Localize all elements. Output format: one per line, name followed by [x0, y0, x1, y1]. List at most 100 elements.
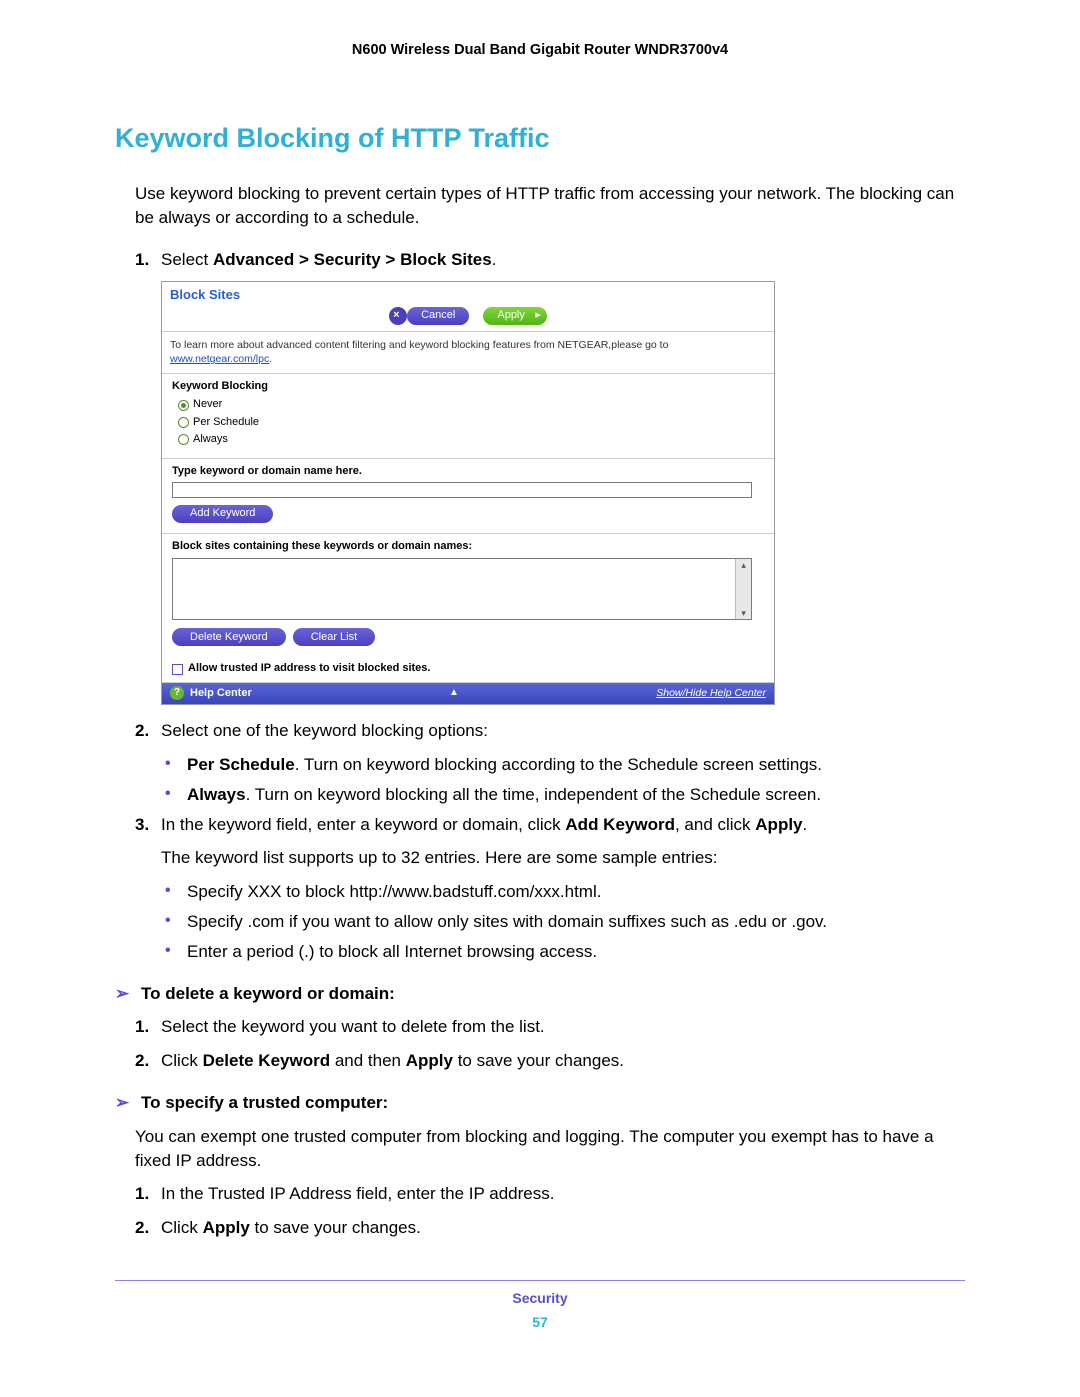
page-title: Keyword Blocking of HTTP Traffic	[115, 120, 965, 158]
delete-heading: ➢ To delete a keyword or domain:	[115, 982, 965, 1006]
help-bar: ? Help Center ▲ Show/Hide Help Center	[162, 683, 774, 704]
scroll-down-icon: ▾	[741, 607, 746, 620]
step-1-suffix: .	[492, 250, 497, 269]
cancel-button[interactable]: × Cancel	[407, 307, 469, 325]
radio-never[interactable]: Never	[178, 397, 764, 412]
del-s2-b2: Apply	[406, 1051, 453, 1070]
cancel-label: Cancel	[421, 308, 455, 323]
step-2-bullet-2: • Always. Turn on keyword blocking all t…	[165, 783, 965, 807]
s3-add-kw: Add Keyword	[565, 815, 675, 834]
trust-step-2: 2. Click Apply to save your changes.	[135, 1216, 965, 1240]
scroll-up-icon: ▴	[741, 559, 746, 572]
panel-title: Block Sites	[170, 286, 240, 304]
bullet-icon: •	[165, 753, 187, 777]
del-s2-mid: and then	[330, 1051, 406, 1070]
intro-paragraph: Use keyword blocking to prevent certain …	[135, 182, 965, 230]
step-2-bullet-1: • Per Schedule. Turn on keyword blocking…	[165, 753, 965, 777]
allow-trusted-row[interactable]: Allow trusted IP address to visit blocke…	[162, 656, 774, 682]
allow-trusted-label: Allow trusted IP address to visit blocke…	[188, 661, 430, 676]
step-3: 3. In the keyword field, enter a keyword…	[135, 813, 965, 837]
trust-intro: You can exempt one trusted computer from…	[135, 1125, 965, 1173]
trust-step-1: 1. In the Trusted IP Address field, ente…	[135, 1182, 965, 1206]
footer-category: Security	[115, 1289, 965, 1309]
s3-apply: Apply	[755, 815, 802, 834]
apply-button[interactable]: Apply	[483, 307, 547, 325]
radio-icon	[178, 400, 189, 411]
block-list[interactable]: ▴▾	[172, 558, 752, 620]
chevron-up-icon[interactable]: ▲	[449, 686, 459, 700]
del-s1-num: 1.	[135, 1015, 161, 1039]
step-3-num: 3.	[135, 813, 161, 837]
arrow-icon: ➢	[115, 1091, 141, 1115]
footer-page-number: 57	[115, 1313, 965, 1333]
help-center-label: Help Center	[190, 686, 252, 701]
block-list-label: Block sites containing these keywords or…	[172, 539, 764, 554]
trust-heading: ➢ To specify a trusted computer:	[115, 1091, 965, 1115]
trust-s2-b1: Apply	[203, 1218, 250, 1237]
radio-never-label: Never	[193, 397, 222, 412]
s3-b3-text: Enter a period (.) to block all Internet…	[187, 940, 965, 964]
delete-keyword-button[interactable]: Delete Keyword	[172, 628, 286, 646]
step-1-path: Advanced > Security > Block Sites	[213, 250, 492, 269]
trust-s1-text: In the Trusted IP Address field, enter t…	[161, 1182, 965, 1206]
trust-s2-post: to save your changes.	[250, 1218, 421, 1237]
bullet-icon: •	[165, 940, 187, 964]
info-bar: To learn more about advanced content fil…	[162, 332, 774, 374]
s3-b2-text: Specify .com if you want to allow only s…	[187, 910, 965, 934]
help-icon: ?	[170, 686, 184, 700]
radio-per-schedule[interactable]: Per Schedule	[178, 415, 764, 430]
step-2: 2. Select one of the keyword blocking op…	[135, 719, 965, 743]
del-s2-num: 2.	[135, 1049, 161, 1073]
add-keyword-button[interactable]: Add Keyword	[172, 505, 273, 523]
clear-list-button[interactable]: Clear List	[293, 628, 375, 646]
step-2-body: Select one of the keyword blocking optio…	[161, 719, 965, 743]
keyword-blocking-label: Keyword Blocking	[172, 379, 764, 394]
b-always-text: . Turn on keyword blocking all the time,…	[246, 785, 822, 804]
scrollbar[interactable]: ▴▾	[735, 559, 751, 619]
del-step-2: 2. Click Delete Keyword and then Apply t…	[135, 1049, 965, 1073]
info-text-pre: To learn more about advanced content fil…	[170, 339, 668, 351]
bullet-icon: •	[165, 783, 187, 807]
type-keyword-group: Type keyword or domain name here. Add Ke…	[162, 459, 774, 534]
s3-pre: In the keyword field, enter a keyword or…	[161, 815, 565, 834]
step-1-num: 1.	[135, 248, 161, 272]
del-s1-text: Select the keyword you want to delete fr…	[161, 1015, 965, 1039]
radio-icon	[178, 417, 189, 428]
lpc-link[interactable]: www.netgear.com/lpc	[170, 353, 269, 365]
panel-toolbar: × Cancel Apply	[162, 305, 774, 332]
radio-always-label: Always	[193, 432, 228, 447]
del-step-1: 1. Select the keyword you want to delete…	[135, 1015, 965, 1039]
trust-s1-num: 1.	[135, 1182, 161, 1206]
trust-s2-num: 2.	[135, 1216, 161, 1240]
apply-label: Apply	[497, 308, 525, 323]
close-x-icon: ×	[393, 308, 399, 323]
trust-s2-pre: Click	[161, 1218, 203, 1237]
info-text-post: .	[269, 353, 272, 365]
arrow-icon: ➢	[115, 982, 141, 1006]
help-toggle-link[interactable]: Show/Hide Help Center	[656, 686, 766, 701]
step-2-num: 2.	[135, 719, 161, 743]
keyword-blocking-group: Keyword Blocking Never Per Schedule Alwa…	[162, 374, 774, 459]
keyword-input[interactable]	[172, 482, 752, 498]
s3-post: .	[803, 815, 808, 834]
radio-sched-label: Per Schedule	[193, 415, 259, 430]
block-sites-panel: Block Sites × Cancel Apply To learn more…	[161, 281, 775, 705]
step-1-prefix: Select	[161, 250, 213, 269]
step-1: 1. Select Advanced > Security > Block Si…	[135, 248, 965, 272]
product-header: N600 Wireless Dual Band Gigabit Router W…	[115, 40, 965, 60]
trust-heading-text: To specify a trusted computer:	[141, 1091, 388, 1115]
step-3-bullet-1: • Specify XXX to block http://www.badstu…	[165, 880, 965, 904]
radio-always[interactable]: Always	[178, 432, 764, 447]
s3-mid: , and click	[675, 815, 755, 834]
delete-heading-text: To delete a keyword or domain:	[141, 982, 395, 1006]
step-1-body: Select Advanced > Security > Block Sites…	[161, 248, 965, 272]
step-3-bullet-3: • Enter a period (.) to block all Intern…	[165, 940, 965, 964]
checkbox-icon	[172, 664, 183, 675]
bullet-icon: •	[165, 910, 187, 934]
del-s2-pre: Click	[161, 1051, 203, 1070]
del-s2-b1: Delete Keyword	[203, 1051, 331, 1070]
type-keyword-label: Type keyword or domain name here.	[172, 464, 764, 479]
b-per-schedule-text: . Turn on keyword blocking according to …	[295, 755, 822, 774]
bullet-icon: •	[165, 880, 187, 904]
s3-b1-text: Specify XXX to block http://www.badstuff…	[187, 880, 965, 904]
